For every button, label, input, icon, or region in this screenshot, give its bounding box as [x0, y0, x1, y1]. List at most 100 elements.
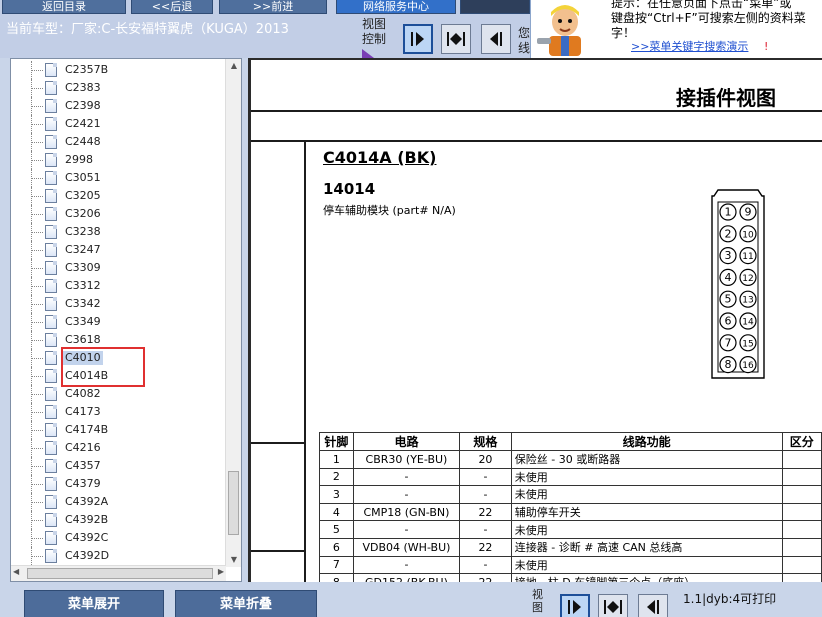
tree-item-label: C3309 [65, 261, 101, 274]
view-next-button[interactable] [403, 24, 433, 54]
back-button[interactable]: <<后退 [131, 0, 213, 14]
tree-item[interactable]: 2998 [11, 151, 223, 169]
bottom-view-prev-button[interactable] [638, 594, 668, 617]
document-icon [45, 99, 57, 113]
tree-item[interactable]: C2357B [11, 61, 223, 79]
gauge-cell: 22 [459, 537, 512, 557]
view-prev-button[interactable] [481, 24, 511, 54]
truncated-hint: 您 线 [518, 26, 530, 56]
menu-collapse-button[interactable]: 菜单折叠 [175, 590, 317, 617]
tree-item-label: C3342 [65, 297, 101, 310]
document-icon [45, 513, 57, 527]
network-service-button[interactable]: 网络服务中心 [336, 0, 456, 14]
search-demo-link[interactable]: >>菜单关键字搜索演示 [631, 40, 748, 53]
doc-rule-2 [251, 140, 822, 142]
tree-item[interactable]: C4173 [11, 403, 223, 421]
document-icon [45, 171, 57, 185]
tree-item[interactable]: C4392C [11, 529, 223, 547]
tip-panel: 提示：在任意页面下点击“菜单”或 键盘按“Ctrl+F”可搜索左侧的资料菜 字！… [530, 0, 822, 58]
connector-description: 停车辅助模块 (part# N/A) [323, 204, 456, 217]
app-window: 返回目录 <<后退 >>前进 网络服务中心 当前车型：厂家:C-长安福特翼虎（K… [0, 0, 822, 617]
tree-item[interactable]: C3238 [11, 223, 223, 241]
tree-branch-line [31, 250, 43, 251]
function-cell: 接地 - 柱 D 车镜脚第三个点（底座） [510, 573, 783, 582]
bottom-view-next-button[interactable] [560, 594, 590, 617]
tree-branch-line [31, 286, 43, 287]
tree-item[interactable]: C3349 [11, 313, 223, 331]
scroll-down-arrow-icon[interactable]: ▼ [226, 553, 241, 567]
tree-item[interactable]: C3309 [11, 259, 223, 277]
tree-branch-line [31, 538, 43, 539]
tree-item[interactable]: C4174B [11, 421, 223, 439]
tree-item[interactable]: C3247 [11, 241, 223, 259]
col-circuit: 电路 [352, 432, 461, 451]
tree-item-label: C4392D [65, 549, 110, 562]
pinout-body: 1 CBR30 (YE-BU) 20 保险丝 - 30 或断路器 2- - 未使用 3- - 未使… [319, 450, 822, 582]
tree-item-label: 2998 [65, 153, 93, 166]
tree-item[interactable]: C4082 [11, 385, 223, 403]
tree-item[interactable]: C4392A [11, 493, 223, 511]
document-icon [45, 297, 57, 311]
tree-item[interactable]: C4392D [11, 547, 223, 565]
document-icon [45, 135, 57, 149]
tree-item[interactable]: C2448 [11, 133, 223, 151]
forward-button[interactable]: >>前进 [219, 0, 327, 14]
scroll-left-arrow-icon[interactable]: ◀ [13, 567, 19, 576]
connector-pin-number: 12 [742, 274, 753, 284]
tree-item-label: C4216 [65, 441, 101, 454]
function-cell: 未使用 [510, 520, 783, 539]
tree-branch-line [31, 502, 43, 503]
tree-item[interactable]: C2383 [11, 79, 223, 97]
tree-hscroll-thumb[interactable] [27, 568, 213, 579]
connector-pin-number: 2 [725, 227, 732, 240]
connector-pin-number: 14 [742, 318, 754, 328]
pin-cell: 7 [319, 555, 354, 575]
circuit-cell: CBR30 (YE-BU) [352, 450, 461, 469]
back-to-catalog-button[interactable]: 返回目录 [2, 0, 126, 14]
tree-item[interactable]: C3205 [11, 187, 223, 205]
tree-horizontal-scrollbar[interactable]: ◀ ▶ [11, 565, 226, 581]
tree-item[interactable]: C3206 [11, 205, 223, 223]
table-row: 7- - 未使用 [319, 555, 822, 575]
tree-item[interactable]: C2398 [11, 97, 223, 115]
tree-item[interactable]: C2421 [11, 115, 223, 133]
play-left-icon [490, 32, 502, 46]
menu-tree: C2357B C2383 C2398 C2421 C2448 2998 C3051 C3205… [10, 58, 242, 582]
table-row: 1 CBR30 (YE-BU) 20 保险丝 - 30 或断路器 [319, 450, 822, 469]
tree-branch-line [31, 268, 43, 269]
document-icon [45, 405, 57, 419]
document-icon [45, 81, 57, 95]
bottom-view-label: 视 图 [532, 588, 543, 614]
tree-item[interactable]: C4379 [11, 475, 223, 493]
bottom-view-fit-button[interactable] [598, 594, 628, 617]
connector-pin-number: 13 [742, 296, 753, 306]
bottom-view-line-2: 图 [532, 601, 543, 614]
pin-cell: 4 [319, 502, 354, 522]
document-icon [45, 63, 57, 77]
connector-pin-number: 5 [725, 293, 732, 306]
tree-item-label: C2421 [65, 117, 101, 130]
tree-vertical-scrollbar[interactable]: ▲ ▼ [225, 59, 241, 567]
tree-item[interactable]: C3312 [11, 277, 223, 295]
top-extra-button[interactable] [460, 0, 530, 14]
tree-item-label: C3312 [65, 279, 101, 292]
selection-highlight-box [61, 347, 145, 387]
tree-item-label: C4392A [65, 495, 109, 508]
tree-item[interactable]: C4392B [11, 511, 223, 529]
view-fit-button[interactable] [441, 24, 471, 54]
function-cell: 保险丝 - 30 或断路器 [510, 450, 783, 469]
document-icon [45, 117, 57, 131]
tree-item[interactable]: C4216 [11, 439, 223, 457]
tree-item[interactable]: C3051 [11, 169, 223, 187]
document-icon [45, 369, 57, 383]
tree-item[interactable]: C4357 [11, 457, 223, 475]
circuit-cell: - [352, 467, 461, 487]
circuit-cell: GD152 (BK-BU) [352, 573, 461, 582]
tree-item[interactable]: C3342 [11, 295, 223, 313]
tree-scroll-thumb[interactable] [228, 471, 239, 535]
scroll-right-arrow-icon[interactable]: ▶ [218, 567, 224, 576]
menu-expand-button[interactable]: 菜单展开 [24, 590, 164, 617]
distinction-cell [781, 502, 822, 522]
scroll-up-arrow-icon[interactable]: ▲ [226, 59, 241, 73]
play-right-icon [411, 32, 424, 46]
